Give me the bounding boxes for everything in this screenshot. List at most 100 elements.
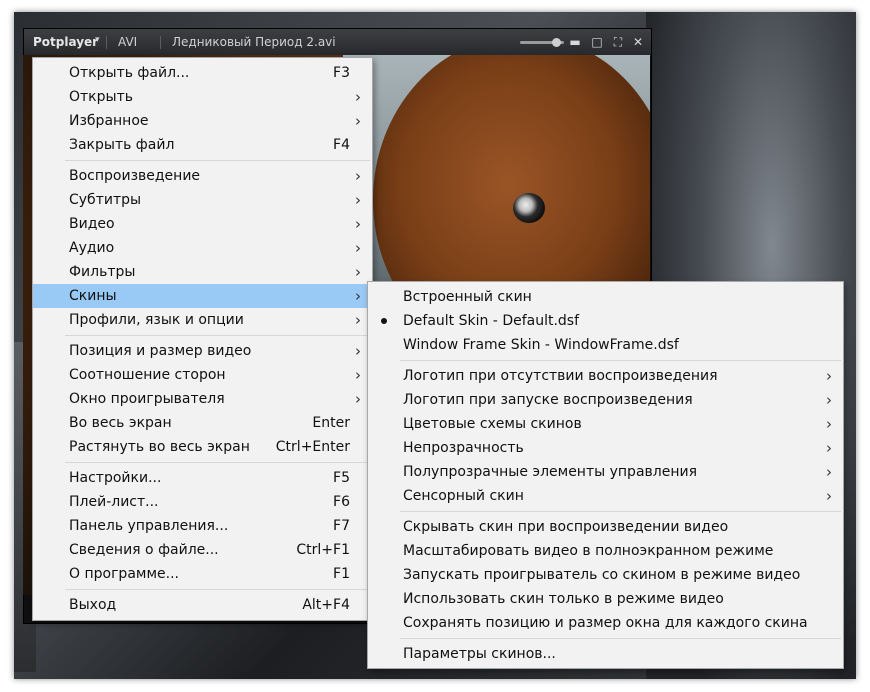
- chevron-right-icon: ›: [826, 391, 832, 409]
- menu-item-label: Окно проигрывателя: [69, 391, 225, 407]
- shortcut-label: F3: [333, 65, 350, 81]
- submenu-item-windowframe-skin[interactable]: Window Frame Skin - WindowFrame.dsf: [368, 333, 843, 357]
- submenu-item-logo-start[interactable]: Логотип при запуске воспроизведения ›: [368, 388, 843, 412]
- menu-item-stretch-fullscreen[interactable]: Растянуть во весь экран Ctrl+Enter: [33, 435, 372, 459]
- shortcut-label: F7: [333, 518, 350, 534]
- menu-item-label: Настройки...: [69, 470, 162, 486]
- opacity-slider-handle[interactable]: [552, 38, 561, 47]
- menu-item-label: Субтитры: [69, 192, 142, 208]
- menu-item-open-file[interactable]: Открыть файл... F3: [33, 61, 372, 85]
- app-brand-menu[interactable]: Potplayer: [33, 35, 98, 49]
- chevron-right-icon: ›: [355, 191, 361, 209]
- title-divider: [160, 36, 161, 49]
- submenu-item-opacity[interactable]: Непрозрачность ›: [368, 436, 843, 460]
- menu-item-skins[interactable]: Скины ›: [33, 284, 372, 308]
- menu-item-playback[interactable]: Воспроизведение ›: [33, 164, 372, 188]
- menu-item-label: Позиция и размер видео: [69, 343, 252, 359]
- menu-item-aspect-ratio[interactable]: Соотношение сторон ›: [33, 363, 372, 387]
- shortcut-label: F6: [333, 494, 350, 510]
- chevron-right-icon: ›: [355, 112, 361, 130]
- context-menu: Открыть файл... F3 Открыть › Избранное ›…: [32, 57, 373, 621]
- radio-checked-icon: [381, 318, 387, 324]
- submenu-item-hide-skin-on-play[interactable]: Скрывать скин при воспроизведении видео: [368, 515, 843, 539]
- menu-item-control-panel[interactable]: Панель управления... F7: [33, 514, 372, 538]
- menu-separator: [400, 638, 841, 639]
- menu-item-label: Закрыть файл: [69, 137, 175, 153]
- menu-item-player-window[interactable]: Окно проигрывателя ›: [33, 387, 372, 411]
- menu-item-label: Непрозрачность: [403, 440, 524, 456]
- menu-item-label: Сведения о файле...: [69, 542, 219, 558]
- shortcut-label: Ctrl+F1: [296, 542, 350, 558]
- fullscreen-icon[interactable]: ⛶: [611, 34, 625, 50]
- menu-item-label: Воспроизведение: [69, 168, 201, 184]
- title-bar[interactable]: Potplayer ▾ AVI Ледниковый Период 2.avi …: [24, 29, 651, 56]
- shortcut-label: F1: [333, 566, 350, 582]
- menu-item-fullscreen[interactable]: Во весь экран Enter: [33, 411, 372, 435]
- submenu-item-translucent-controls[interactable]: Полупрозрачные элементы управления ›: [368, 460, 843, 484]
- menu-item-close-file[interactable]: Закрыть файл F4: [33, 133, 372, 157]
- chevron-right-icon: ›: [826, 487, 832, 505]
- chevron-right-icon: ›: [355, 88, 361, 106]
- menu-item-audio[interactable]: Аудио ›: [33, 236, 372, 260]
- menu-item-settings[interactable]: Настройки... F5: [33, 466, 372, 490]
- title-divider: [106, 36, 107, 49]
- menu-item-label: Масштабировать видео в полноэкранном реж…: [403, 543, 774, 559]
- menu-item-label: Открыть: [69, 89, 133, 105]
- submenu-item-launch-skin-video-mode[interactable]: Запускать проигрыватель со скином в режи…: [368, 563, 843, 587]
- menu-item-profiles-language-options[interactable]: Профили, язык и опции ›: [33, 308, 372, 332]
- skins-submenu: Встроенный скин Default Skin - Default.d…: [367, 281, 844, 669]
- submenu-item-logo-idle[interactable]: Логотип при отсутствии воспроизведения ›: [368, 364, 843, 388]
- menu-item-label: Открыть файл...: [69, 65, 190, 81]
- menu-item-label: Во весь экран: [69, 415, 172, 431]
- submenu-item-touch-skin[interactable]: Сенсорный скин ›: [368, 484, 843, 508]
- menu-item-label: Логотип при отсутствии воспроизведения: [403, 368, 718, 384]
- shortcut-label: Ctrl+Enter: [275, 439, 350, 455]
- close-icon[interactable]: ✕: [631, 34, 645, 50]
- menu-item-label: Скины: [69, 288, 117, 304]
- menu-item-label: Панель управления...: [69, 518, 229, 534]
- menu-item-filters[interactable]: Фильтры ›: [33, 260, 372, 284]
- restore-icon[interactable]: □: [590, 34, 604, 50]
- menu-separator: [65, 160, 370, 161]
- menu-item-label: Избранное: [69, 113, 149, 129]
- menu-item-label: Аудио: [69, 240, 115, 256]
- menu-item-video[interactable]: Видео ›: [33, 212, 372, 236]
- menu-item-label: О программе...: [69, 566, 179, 582]
- menu-item-subtitles[interactable]: Субтитры ›: [33, 188, 372, 212]
- menu-item-label: Использовать скин только в режиме видео: [403, 591, 724, 607]
- menu-item-about[interactable]: О программе... F1: [33, 562, 372, 586]
- shortcut-label: Alt+F4: [302, 597, 350, 613]
- menu-item-label: Скрывать скин при воспроизведении видео: [403, 519, 729, 535]
- menu-separator: [65, 335, 370, 336]
- menu-item-open[interactable]: Открыть ›: [33, 85, 372, 109]
- shortcut-label: Enter: [312, 415, 350, 431]
- menu-item-label: Полупрозрачные элементы управления: [403, 464, 698, 480]
- chevron-right-icon: ›: [826, 415, 832, 433]
- menu-separator: [65, 462, 370, 463]
- submenu-item-skin-settings[interactable]: Параметры скинов...: [368, 642, 843, 666]
- submenu-item-default-skin[interactable]: Default Skin - Default.dsf: [368, 309, 843, 333]
- menu-item-label: Фильтры: [69, 264, 136, 280]
- format-label: AVI: [118, 35, 138, 49]
- submenu-item-builtin-skin[interactable]: Встроенный скин: [368, 285, 843, 309]
- menu-item-video-position-size[interactable]: Позиция и размер видео ›: [33, 339, 372, 363]
- submenu-item-color-schemes[interactable]: Цветовые схемы скинов ›: [368, 412, 843, 436]
- minimize-icon[interactable]: ▬: [568, 34, 582, 50]
- menu-item-file-info[interactable]: Сведения о файле... Ctrl+F1: [33, 538, 372, 562]
- submenu-item-skin-video-mode-only[interactable]: Использовать скин только в режиме видео: [368, 587, 843, 611]
- menu-item-label: Соотношение сторон: [69, 367, 226, 383]
- menu-item-label: Выход: [69, 597, 117, 613]
- menu-item-label: Профили, язык и опции: [69, 312, 244, 328]
- chevron-down-icon[interactable]: ▾: [95, 35, 100, 45]
- submenu-item-save-position-per-skin[interactable]: Сохранять позицию и размер окна для кажд…: [368, 611, 843, 635]
- chevron-right-icon: ›: [355, 366, 361, 384]
- menu-item-exit[interactable]: Выход Alt+F4: [33, 593, 372, 617]
- chevron-right-icon: ›: [355, 390, 361, 408]
- menu-item-favorites[interactable]: Избранное ›: [33, 109, 372, 133]
- menu-item-label: Параметры скинов...: [403, 646, 556, 662]
- menu-item-playlist[interactable]: Плей-лист... F6: [33, 490, 372, 514]
- menu-separator: [65, 589, 370, 590]
- submenu-item-scale-fullscreen[interactable]: Масштабировать видео в полноэкранном реж…: [368, 539, 843, 563]
- chevron-right-icon: ›: [355, 167, 361, 185]
- chevron-right-icon: ›: [355, 263, 361, 281]
